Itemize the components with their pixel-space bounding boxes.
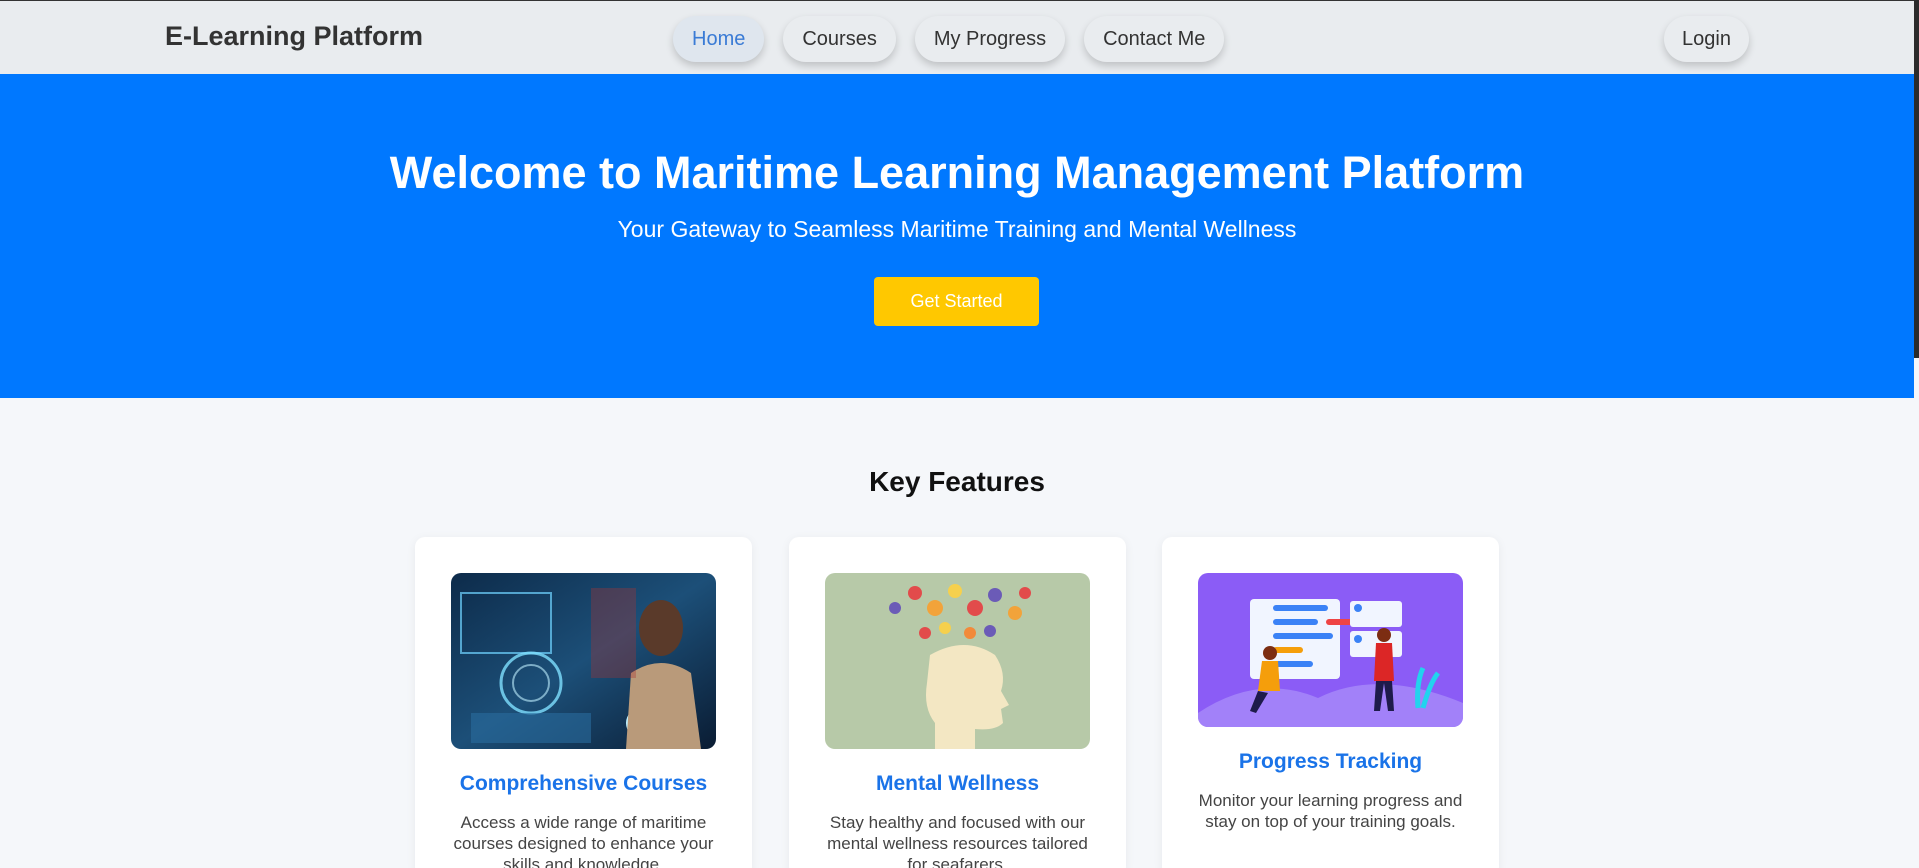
feature-card-courses: Comprehensive Courses Access a wide rang…	[415, 537, 752, 868]
hero-section: Welcome to Maritime Learning Management …	[0, 74, 1914, 398]
login-button[interactable]: Login	[1664, 16, 1749, 62]
hero-subtitle: Your Gateway to Seamless Maritime Traini…	[617, 216, 1297, 242]
brand-logo-text[interactable]: E-Learning Platform	[165, 21, 423, 52]
nav-contact-me[interactable]: Contact Me	[1084, 16, 1225, 62]
feature-text-courses: Access a wide range of maritime courses …	[453, 813, 714, 868]
nav-links: Home Courses My Progress Contact Me	[673, 16, 1225, 62]
navbar: E-Learning Platform Home Courses My Prog…	[0, 0, 1914, 74]
feature-title-progress: Progress Tracking	[1238, 750, 1423, 773]
nav-courses[interactable]: Courses	[783, 16, 896, 62]
feature-title-courses: Comprehensive Courses	[459, 772, 708, 795]
head-with-flowers-image	[825, 573, 1090, 749]
progress-dashboard-illustration	[1198, 573, 1463, 727]
feature-card-progress: Progress Tracking Monitor your learning …	[1162, 537, 1499, 868]
nav-home[interactable]: Home	[673, 16, 765, 62]
feature-text-wellness: Stay healthy and focused with our mental…	[827, 813, 1088, 868]
woman-tech-hud-image	[451, 573, 716, 749]
feature-card-wellness: Mental Wellness Stay healthy and focused…	[789, 537, 1126, 868]
feature-text-progress: Monitor your learning progress and stay …	[1198, 791, 1463, 831]
hero-title: Welcome to Maritime Learning Management …	[389, 147, 1525, 198]
scrollbar[interactable]	[1914, 0, 1919, 358]
features-title: Key Features	[869, 466, 1045, 497]
nav-my-progress[interactable]: My Progress	[914, 16, 1066, 62]
feature-title-wellness: Mental Wellness	[876, 772, 1039, 795]
get-started-button[interactable]: Get Started	[874, 277, 1039, 326]
